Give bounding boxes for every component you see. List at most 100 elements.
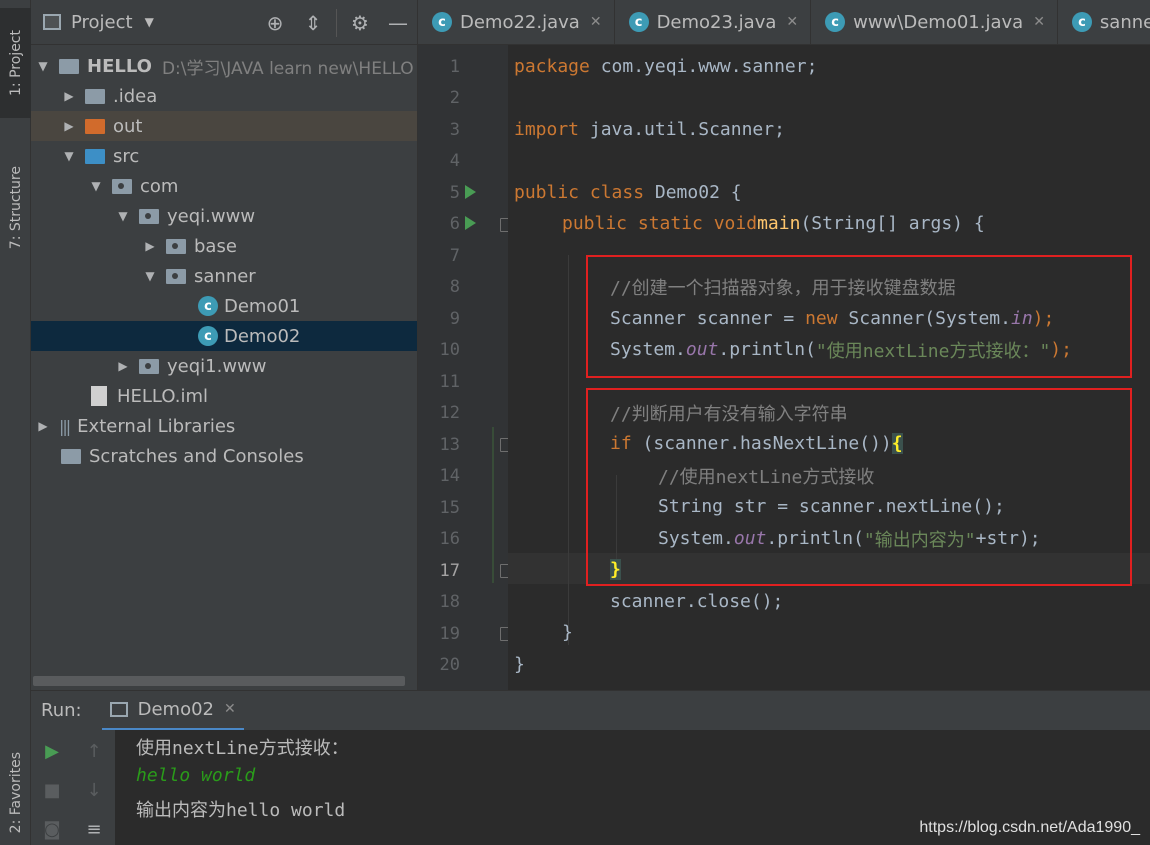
horizontal-scrollbar[interactable] <box>33 676 405 686</box>
left-tool-stripe: 1: Project 7: Structure 2: Favorites <box>0 0 31 845</box>
editor-tab-label: Demo22.java <box>460 11 580 33</box>
line-number: 10 <box>439 340 460 360</box>
code-token: scanner.close(); <box>610 591 784 612</box>
editor-tab-label: www\Demo01.java <box>853 11 1024 33</box>
toolbar-divider <box>336 8 337 37</box>
code-line-1: package com.yeqi.www.sanner; <box>514 51 817 82</box>
editor-tab-label: Demo23.java <box>656 11 777 33</box>
collapse-all-icon[interactable]: ⇕ <box>294 0 332 45</box>
tree-item-yeqi-www[interactable]: ▼ yeqi.www <box>31 201 417 231</box>
line-number: 9 <box>449 309 460 329</box>
run-tab-demo02[interactable]: Demo02 ✕ <box>101 691 244 731</box>
console-user-input: hello world <box>136 765 256 786</box>
vcs-change-marker[interactable] <box>492 427 494 583</box>
hide-panel-icon[interactable]: — <box>379 0 417 45</box>
project-view-selector[interactable]: Project <box>71 12 133 33</box>
editor-tab-label: sanner\Demo02.java <box>1099 11 1150 33</box>
run-class-icon[interactable] <box>465 185 476 199</box>
scroll-up-icon[interactable]: ↑ <box>79 736 109 766</box>
libraries-icon: ||| <box>59 416 71 436</box>
java-class-icon: c <box>1071 12 1092 32</box>
tree-item-hello-iml[interactable]: HELLO.iml <box>31 381 417 411</box>
rerun-icon[interactable]: ▶ <box>37 736 67 766</box>
tree-item-label: yeqi.www <box>167 205 256 227</box>
tree-item-idea[interactable]: ▶ .idea <box>31 81 417 111</box>
line-number: 5 <box>449 183 460 203</box>
expand-arrow-icon[interactable]: ▼ <box>117 209 129 223</box>
code-token: Demo02 { <box>644 182 742 203</box>
tree-item-demo02[interactable]: c Demo02 <box>31 321 417 351</box>
method-name-token: main <box>757 213 801 234</box>
tree-item-label: base <box>194 235 237 257</box>
watermark: https://blog.csdn.net/Ada1990_ <box>919 819 1140 836</box>
expand-arrow-icon[interactable]: ▼ <box>63 149 75 163</box>
tree-item-hello[interactable]: ▼ HELLO D:\学习\JAVA learn new\HELLO <box>31 51 417 81</box>
expand-arrow-icon[interactable]: ▼ <box>144 269 156 283</box>
chevron-down-icon[interactable]: ▼ <box>145 15 154 29</box>
module-file-icon <box>91 386 107 406</box>
console-output-line: 使用nextLine方式接收： <box>136 738 349 759</box>
tool-tab-project-label: 1: Project <box>7 30 24 96</box>
code-line-18: scanner.close(); <box>610 586 783 617</box>
editor-tab-www-demo01[interactable]: c www\Demo01.java ✕ <box>811 0 1058 44</box>
camera-icon[interactable]: ◙ <box>37 814 67 844</box>
keyword-token: public class <box>514 182 645 203</box>
locate-icon[interactable]: ⊕ <box>256 0 294 45</box>
expand-arrow-icon[interactable]: ▼ <box>37 59 49 73</box>
line-number: 13 <box>439 435 460 455</box>
close-icon[interactable]: ✕ <box>224 701 236 717</box>
tree-item-label: yeqi1.www <box>167 355 267 377</box>
tree-item-base[interactable]: ▶ base <box>31 231 417 261</box>
tree-item-com[interactable]: ▼ com <box>31 171 417 201</box>
tree-item-out[interactable]: ▶ out <box>31 111 417 141</box>
tree-item-demo01[interactable]: c Demo01 <box>31 291 417 321</box>
tool-tab-project[interactable]: 1: Project <box>0 8 31 118</box>
close-icon[interactable]: ✕ <box>590 14 602 30</box>
close-icon[interactable]: ✕ <box>1033 14 1045 30</box>
tree-item-src[interactable]: ▼ src <box>31 141 417 171</box>
expand-arrow-icon[interactable]: ▶ <box>144 239 156 253</box>
indent-guide <box>568 255 569 645</box>
java-class-icon: c <box>628 12 649 32</box>
tree-item-sanner[interactable]: ▼ sanner <box>31 261 417 291</box>
run-console[interactable]: 使用nextLine方式接收： hello world 输出内容为hello w… <box>115 730 1150 845</box>
stop-icon[interactable]: ■ <box>37 775 67 805</box>
tree-item-label: com <box>140 175 179 197</box>
run-toolbar: ▶ ↑ ■ ↓ ◙ ≡ <box>31 730 115 845</box>
expand-arrow-icon[interactable]: ▶ <box>117 359 129 373</box>
code-editor[interactable]: package com.yeqi.www.sanner; import java… <box>508 45 1150 690</box>
tree-item-scratches[interactable]: Scratches and Consoles <box>31 441 417 471</box>
tree-item-yeqi1-www[interactable]: ▶ yeqi1.www <box>31 351 417 381</box>
scroll-down-icon[interactable]: ↓ <box>79 775 109 805</box>
annotation-box-scanner-setup <box>586 255 1132 378</box>
gear-icon[interactable]: ⚙ <box>341 0 379 45</box>
java-class-icon: c <box>198 296 218 316</box>
soft-wrap-icon[interactable]: ≡ <box>79 814 109 844</box>
tree-item-external-libraries[interactable]: ▶ ||| External Libraries <box>31 411 417 441</box>
expand-arrow-icon[interactable]: ▶ <box>63 89 75 103</box>
expand-arrow-icon[interactable]: ▶ <box>63 119 75 133</box>
scratches-icon <box>61 448 81 464</box>
tool-tab-favorites[interactable]: 2: Favorites <box>0 745 31 840</box>
editor-tab-bar: c Demo22.java ✕ c Demo23.java ✕ c www\De… <box>418 0 1150 45</box>
folder-icon <box>85 88 105 104</box>
expand-arrow-icon[interactable]: ▶ <box>37 419 49 433</box>
package-icon <box>139 208 159 224</box>
line-number-current: 17 <box>439 561 460 581</box>
java-class-icon: c <box>432 12 452 32</box>
tree-item-label: sanner <box>194 265 256 287</box>
editor-tab-demo22[interactable]: c Demo22.java ✕ <box>418 0 615 44</box>
tree-item-label: Demo02 <box>224 325 301 347</box>
editor-tab-demo23[interactable]: c Demo23.java ✕ <box>615 0 812 44</box>
close-icon[interactable]: ✕ <box>786 14 798 30</box>
run-main-icon[interactable] <box>465 216 476 230</box>
expand-arrow-icon[interactable]: ▼ <box>90 179 102 193</box>
run-label: Run: <box>41 700 82 721</box>
run-panel-header: Run: Demo02 ✕ <box>31 690 1150 731</box>
editor-tab-sanner-demo02[interactable]: c sanner\Demo02.java <box>1058 0 1150 44</box>
editor-gutter[interactable]: 1 2 3 4 5 6 7 8 9 10 11 12 13 14 15 16 1… <box>418 45 512 690</box>
console-output-line: 输出内容为hello world <box>136 800 346 821</box>
line-number: 19 <box>439 624 460 644</box>
keyword-token: package <box>514 56 590 77</box>
tool-tab-structure[interactable]: 7: Structure <box>0 150 31 265</box>
